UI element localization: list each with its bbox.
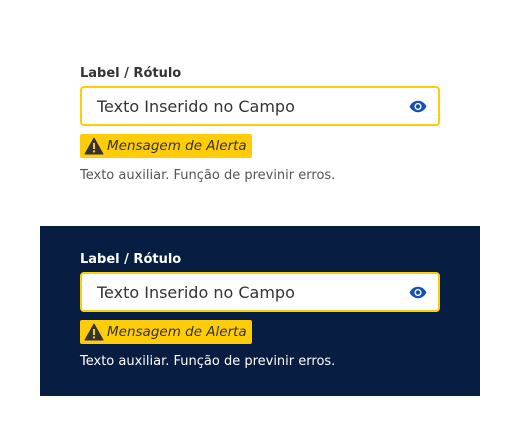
- warning-icon: [84, 137, 104, 155]
- input-field-group: Label / Rótulo Texto Inserido no Campo M…: [80, 66, 440, 184]
- page: Label / Rótulo Texto Inserido no Campo M…: [0, 0, 520, 436]
- alert-message: Mensagem de Alerta: [80, 134, 252, 158]
- input-value[interactable]: Texto Inserido no Campo: [97, 97, 295, 117]
- field-label: Label / Rótulo: [80, 66, 182, 81]
- alert-text: Mensagem de Alerta: [107, 324, 247, 340]
- dark-theme-panel: Label / Rótulo Texto Inserido no Campo M…: [40, 226, 480, 396]
- helper-text: Texto auxiliar. Função de previnir erros…: [80, 354, 336, 369]
- alert-text: Mensagem de Alerta: [107, 138, 247, 154]
- helper-text: Texto auxiliar. Função de previnir erros…: [80, 168, 336, 183]
- warning-icon: [84, 323, 104, 341]
- alert-message: Mensagem de Alerta: [80, 320, 252, 344]
- eye-icon[interactable]: [406, 95, 430, 117]
- field-label: Label / Rótulo: [80, 252, 182, 267]
- text-input[interactable]: Texto Inserido no Campo: [80, 86, 440, 126]
- light-theme-panel: Label / Rótulo Texto Inserido no Campo M…: [0, 0, 520, 226]
- eye-icon[interactable]: [406, 281, 430, 303]
- input-value[interactable]: Texto Inserido no Campo: [97, 283, 295, 303]
- text-input[interactable]: Texto Inserido no Campo: [80, 272, 440, 312]
- input-field-group: Label / Rótulo Texto Inserido no Campo M…: [80, 252, 440, 370]
